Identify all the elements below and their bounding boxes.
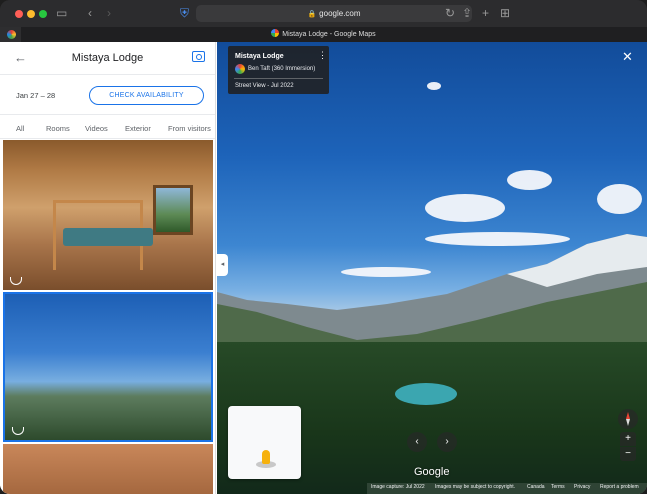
divider — [0, 114, 215, 115]
photo-side-panel: ← Mistaya Lodge Jan 27 – 28 CHECK AVAILA… — [0, 42, 216, 494]
map-footer: Image capture: Jul 2022 Images may be su… — [367, 483, 647, 494]
chevron-left-icon[interactable]: ‹ — [407, 432, 427, 452]
privacy-link[interactable]: Privacy — [574, 484, 590, 490]
address-bar[interactable]: 🔒 google.com — [196, 5, 472, 22]
info-card-title[interactable]: Mistaya Lodge — [235, 53, 284, 60]
page-content: ← Mistaya Lodge Jan 27 – 28 CHECK AVAILA… — [0, 42, 647, 494]
zoom-in-button[interactable]: + — [620, 432, 636, 446]
stay-dates[interactable]: Jan 27 – 28 — [16, 91, 55, 100]
url-text: google.com — [319, 9, 361, 18]
bed-blanket — [63, 228, 153, 246]
divider — [0, 138, 215, 139]
window-view — [153, 185, 193, 235]
zoom-window-button[interactable] — [39, 10, 47, 18]
pegman-icon[interactable] — [262, 450, 270, 464]
photo-thumbnail-room[interactable] — [3, 140, 213, 290]
compass-icon[interactable] — [618, 409, 638, 429]
photo-filter-tabs: All Rooms Videos Exterior From visitors — [0, 124, 215, 138]
tab-videos[interactable]: Videos — [85, 124, 108, 133]
close-window-button[interactable] — [15, 10, 23, 18]
arrow-left-icon[interactable]: ← — [14, 50, 27, 65]
360-panorama-icon — [12, 427, 24, 435]
copyright-text: Images may be subject to copyright. — [435, 484, 516, 490]
street-view-panorama[interactable]: Mistaya Lodge ⋮ Ben Taft (360 Immersion)… — [217, 42, 647, 494]
zoom-out-button[interactable]: − — [620, 447, 636, 461]
divider — [234, 78, 323, 79]
minimize-window-button[interactable] — [27, 10, 35, 18]
photo-info-card: Mistaya Lodge ⋮ Ben Taft (360 Immersion)… — [228, 46, 329, 94]
google-maps-icon — [271, 29, 280, 37]
forward-nav-icon[interactable]: › — [107, 6, 111, 20]
new-tab-icon[interactable]: + — [482, 6, 489, 20]
photo-author[interactable]: Ben Taft (360 Immersion) — [248, 66, 315, 72]
divider — [0, 74, 215, 75]
tab-all[interactable]: All — [16, 124, 24, 133]
place-title: Mistaya Lodge — [71, 52, 144, 64]
tab-overview-icon[interactable]: ⊞ — [500, 6, 510, 20]
lock-icon: 🔒 — [307, 11, 317, 18]
active-tab[interactable]: Mistaya Lodge - Google Maps — [0, 27, 647, 42]
shield-icon[interactable]: ⛨ — [180, 6, 189, 20]
terms-link[interactable]: Terms — [551, 484, 565, 490]
tab-title: Mistaya Lodge - Google Maps — [282, 31, 376, 38]
photo-thumbnail-ceiling[interactable] — [3, 444, 213, 494]
share-icon[interactable]: ⇪ — [462, 6, 472, 20]
region-link[interactable]: Canada — [527, 484, 545, 490]
browser-window: ▭ ‹ › ⛨ 🔒 google.com ↻ ⇪ + ⊞ Mistaya Lodg… — [0, 0, 647, 494]
sidebar-toggle-icon[interactable]: ▭ — [56, 6, 67, 20]
camera-add-icon[interactable] — [192, 51, 205, 62]
collapse-panel-button[interactable]: ◂ — [217, 254, 228, 276]
lake — [395, 383, 457, 405]
tab-rooms[interactable]: Rooms — [46, 124, 70, 133]
tab-from-visitors[interactable]: From visitors — [168, 124, 211, 133]
google-logo: Google — [414, 466, 450, 478]
photo-date: Street View - Jul 2022 — [235, 83, 294, 89]
report-problem-link[interactable]: Report a problem — [600, 484, 639, 490]
photo-thumbnail-valley-selected[interactable] — [3, 292, 213, 442]
reload-icon[interactable]: ↻ — [445, 6, 455, 20]
browser-toolbar: ▭ ‹ › ⛨ 🔒 google.com ↻ ⇪ + ⊞ — [0, 0, 647, 27]
image-capture-text: Image capture: Jul 2022 — [371, 484, 425, 490]
avatar[interactable] — [235, 64, 245, 74]
360-panorama-icon — [10, 277, 22, 285]
chevron-right-icon[interactable]: › — [437, 432, 457, 452]
back-nav-icon[interactable]: ‹ — [88, 6, 92, 20]
close-icon[interactable]: ✕ — [622, 50, 633, 63]
check-availability-button[interactable]: CHECK AVAILABILITY — [89, 86, 204, 105]
minimap[interactable] — [228, 406, 301, 479]
tab-exterior[interactable]: Exterior — [125, 124, 151, 133]
more-vert-icon[interactable]: ⋮ — [318, 51, 327, 60]
tab-bar: Mistaya Lodge - Google Maps — [0, 27, 647, 42]
